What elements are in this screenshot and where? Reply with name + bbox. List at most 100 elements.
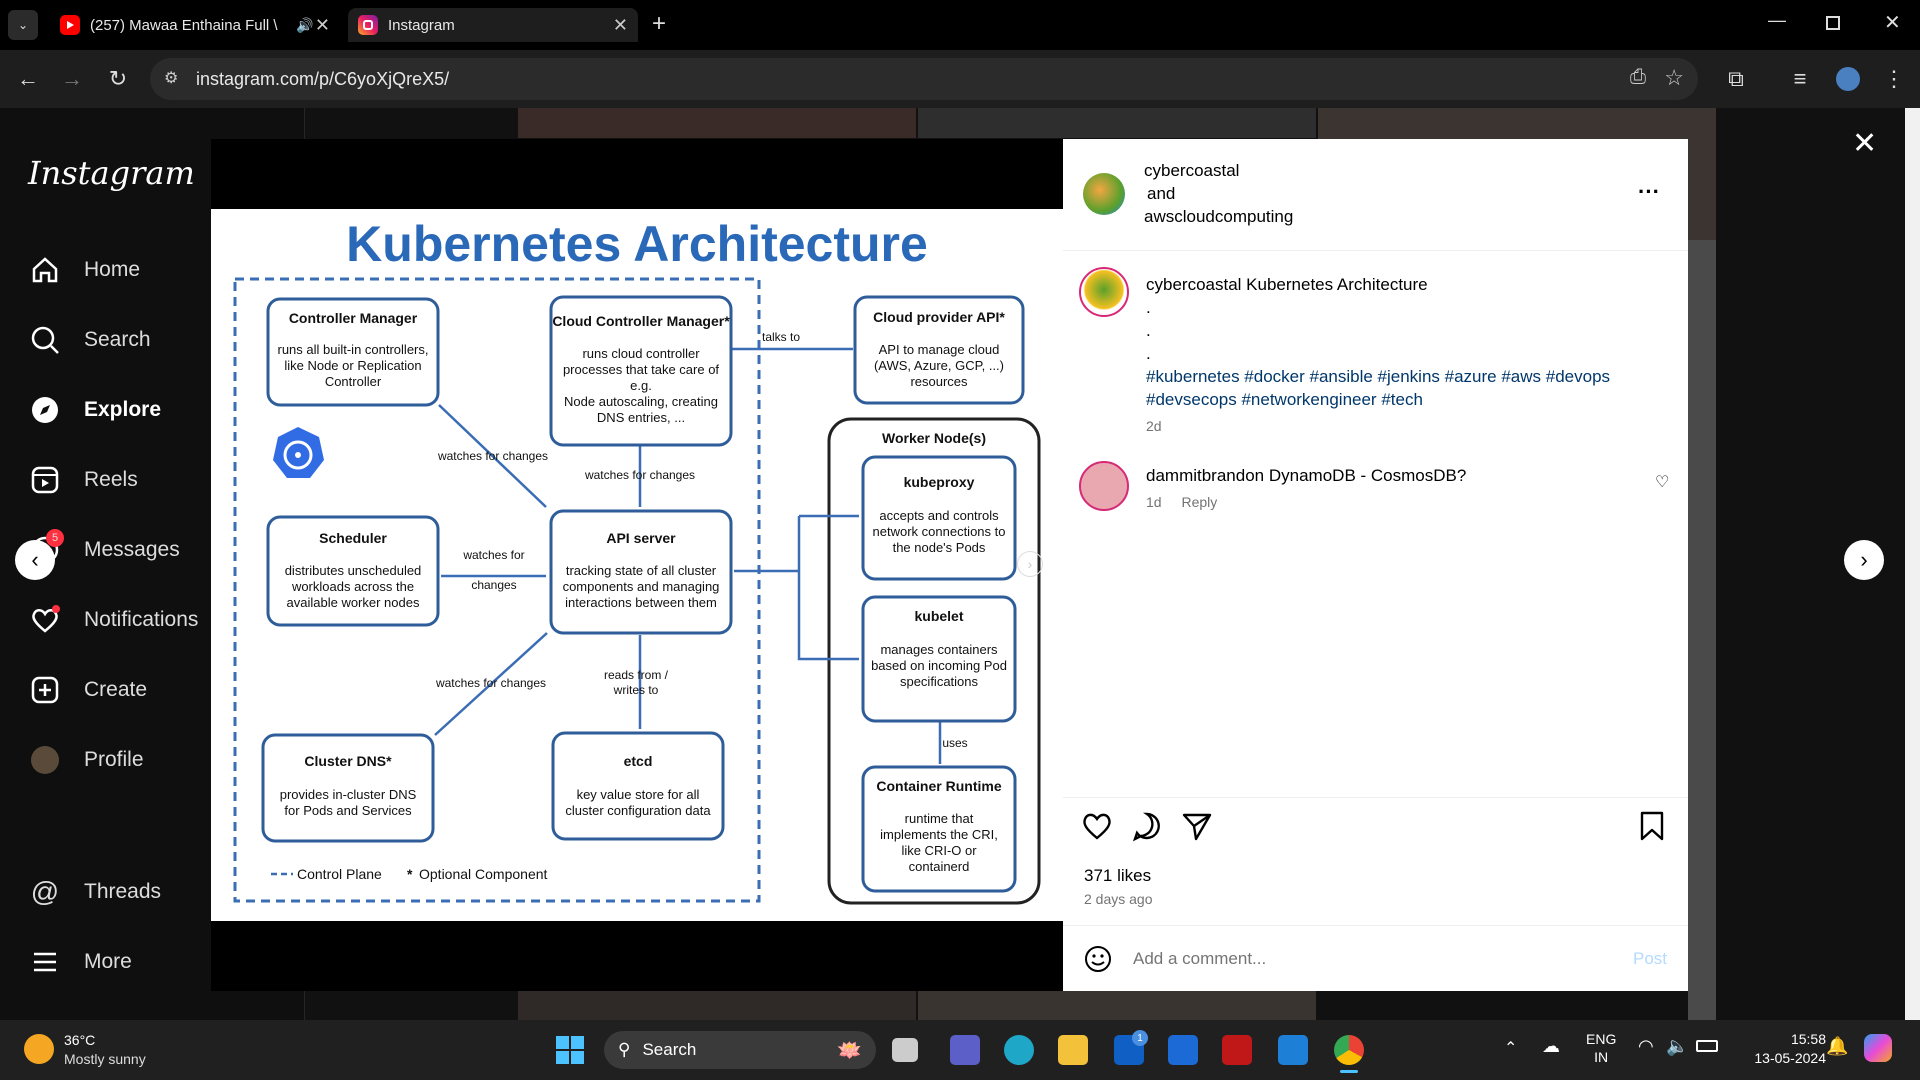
tab-instagram[interactable]: Instagram ✕ xyxy=(348,8,638,42)
previous-post-button[interactable]: ‹ xyxy=(15,540,55,580)
nav-profile[interactable]: Profile xyxy=(28,736,144,784)
nav-search[interactable]: Search xyxy=(28,316,151,364)
more-options-icon[interactable]: ··· xyxy=(1638,179,1660,205)
reload-icon[interactable]: ↻ xyxy=(98,50,138,108)
start-button[interactable] xyxy=(556,1036,584,1064)
copilot-icon[interactable] xyxy=(1864,1034,1892,1062)
back-icon[interactable]: ← xyxy=(8,50,48,108)
instagram-logo[interactable]: Instagram xyxy=(28,154,195,192)
box-line: API to manage cloud xyxy=(879,342,1000,357)
volume-icon[interactable]: 🔈 xyxy=(1666,1036,1688,1057)
like-comment-icon[interactable]: ♡ xyxy=(1655,472,1669,492)
collaborator-username[interactable]: awscloudcomputing xyxy=(1144,207,1293,227)
comment-composer: Post xyxy=(1063,925,1688,991)
speaker-icon[interactable]: 🔊 xyxy=(296,17,313,34)
extensions-icon[interactable]: ⧉ xyxy=(1716,50,1756,108)
author-avatar[interactable] xyxy=(1083,173,1125,215)
box-line: runs cloud controller xyxy=(582,346,700,361)
share-icon[interactable] xyxy=(1181,810,1213,847)
save-icon[interactable] xyxy=(1637,810,1667,847)
next-post-button[interactable]: › xyxy=(1844,540,1884,580)
chrome-icon[interactable] xyxy=(1334,1035,1364,1065)
nav-explore[interactable]: Explore xyxy=(28,386,161,434)
nav-notifications[interactable]: Notifications xyxy=(28,596,198,644)
nav-more[interactable]: More xyxy=(28,938,132,986)
profile-avatar[interactable] xyxy=(1828,50,1868,108)
header-and: and xyxy=(1147,184,1176,203)
app-badge: 1 xyxy=(1132,1030,1148,1046)
caption-dot: . xyxy=(1146,344,1151,363)
arrow-label: watches for changes xyxy=(584,468,695,482)
teams-icon[interactable] xyxy=(950,1035,980,1065)
site-info-icon[interactable]: ⚙ xyxy=(164,68,178,88)
mcafee-icon[interactable] xyxy=(1222,1035,1252,1065)
app-o-icon[interactable] xyxy=(1278,1035,1308,1065)
tab-list-button[interactable]: ⌄ xyxy=(8,10,38,40)
task-view-icon[interactable] xyxy=(892,1038,918,1062)
taskbar-search[interactable]: ⚲ Search 🪷 xyxy=(604,1031,876,1069)
tab-youtube[interactable]: (257) Mawaa Enthaina Full \ 🔊 ✕ xyxy=(50,8,340,42)
kubernetes-diagram: Kubernetes Architecture Worker Node(s) C… xyxy=(233,216,1041,905)
legend-star: * xyxy=(407,866,413,882)
new-tab-button[interactable]: + xyxy=(652,10,666,38)
store-icon[interactable] xyxy=(1168,1035,1198,1065)
likes-count[interactable]: 371 likes xyxy=(1084,866,1151,886)
caption-avatar[interactable] xyxy=(1079,267,1129,317)
arrow-label: changes xyxy=(471,578,516,592)
close-tab-icon[interactable]: ✕ xyxy=(315,15,330,36)
box-title: etcd xyxy=(624,753,653,769)
notification-bell-icon[interactable]: 🔔 xyxy=(1826,1036,1848,1057)
clock[interactable]: 15:58 13-05-2024 xyxy=(1754,1030,1826,1068)
browser-toolbar: ← → ↻ ⚙ instagram.com/p/C6yoXjQreX5/ ⎙ ☆… xyxy=(0,50,1920,108)
post-comment-button[interactable]: Post xyxy=(1633,949,1667,969)
comment-avatar[interactable] xyxy=(1079,461,1129,511)
tray-chevron-icon[interactable]: ⌃ xyxy=(1504,1038,1517,1058)
restore-button[interactable] xyxy=(1826,16,1840,30)
file-explorer-icon[interactable] xyxy=(1058,1035,1088,1065)
battery-icon[interactable] xyxy=(1696,1040,1718,1052)
comment-icon[interactable] xyxy=(1131,810,1163,847)
nav-label: More xyxy=(84,950,132,973)
weather-sun-icon[interactable] xyxy=(24,1034,54,1064)
post-details-pane: cybercoastal and awscloudcomputing ··· c… xyxy=(1063,139,1688,991)
onedrive-icon[interactable]: ☁ xyxy=(1542,1036,1560,1057)
caption-username[interactable]: cybercoastal xyxy=(1146,275,1241,294)
home-icon xyxy=(28,253,62,287)
post-image[interactable]: Kubernetes Architecture Worker Node(s) C… xyxy=(211,209,1063,921)
edge-icon[interactable] xyxy=(1004,1035,1034,1065)
page-scrollbar[interactable] xyxy=(1905,108,1920,1020)
install-app-icon[interactable]: ⎙ xyxy=(1630,66,1646,89)
address-bar[interactable]: ⚙ instagram.com/p/C6yoXjQreX5/ ⎙ ☆ xyxy=(150,58,1698,100)
box-line: implements the CRI, xyxy=(880,827,998,842)
browser-menu-icon[interactable]: ⋮ xyxy=(1874,50,1914,108)
bookmark-star-icon[interactable]: ☆ xyxy=(1664,65,1684,91)
nav-home[interactable]: Home xyxy=(28,246,140,294)
notification-dot xyxy=(52,605,60,613)
reply-link[interactable]: Reply xyxy=(1181,494,1217,510)
emoji-icon[interactable] xyxy=(1083,944,1113,979)
close-modal-icon[interactable]: ✕ xyxy=(1852,126,1877,161)
box-title: Container Runtime xyxy=(876,778,1001,794)
caption-hashtags[interactable]: #kubernetes #docker #ansible #jenkins #a… xyxy=(1146,365,1666,388)
caption-hashtags[interactable]: #devsecops #networkengineer #tech xyxy=(1146,388,1666,411)
media-controls-icon[interactable]: ≡ xyxy=(1780,50,1820,108)
search-label: Search xyxy=(642,1040,697,1059)
close-tab-icon[interactable]: ✕ xyxy=(613,15,628,36)
comment-input[interactable] xyxy=(1133,944,1593,974)
messages-badge: 5 xyxy=(46,529,64,547)
minimize-button[interactable]: — xyxy=(1768,10,1786,31)
like-icon[interactable] xyxy=(1081,810,1113,847)
weather-temp[interactable]: 36°C xyxy=(64,1032,95,1048)
lang-region: IN xyxy=(1594,1049,1609,1065)
author-username[interactable]: cybercoastal xyxy=(1144,161,1239,181)
nav-reels[interactable]: Reels xyxy=(28,456,138,504)
nav-create[interactable]: Create xyxy=(28,666,147,714)
language-indicator[interactable]: ENG IN xyxy=(1586,1030,1616,1066)
nav-threads[interactable]: @ Threads xyxy=(28,868,161,916)
wifi-icon[interactable]: ◠ xyxy=(1638,1036,1654,1057)
carousel-next-icon[interactable]: › xyxy=(1017,551,1043,577)
comment-username[interactable]: dammitbrandon xyxy=(1146,466,1264,485)
forward-icon[interactable]: → xyxy=(52,50,92,108)
box-line: Controller xyxy=(325,374,382,389)
close-window-button[interactable]: ✕ xyxy=(1884,10,1901,35)
